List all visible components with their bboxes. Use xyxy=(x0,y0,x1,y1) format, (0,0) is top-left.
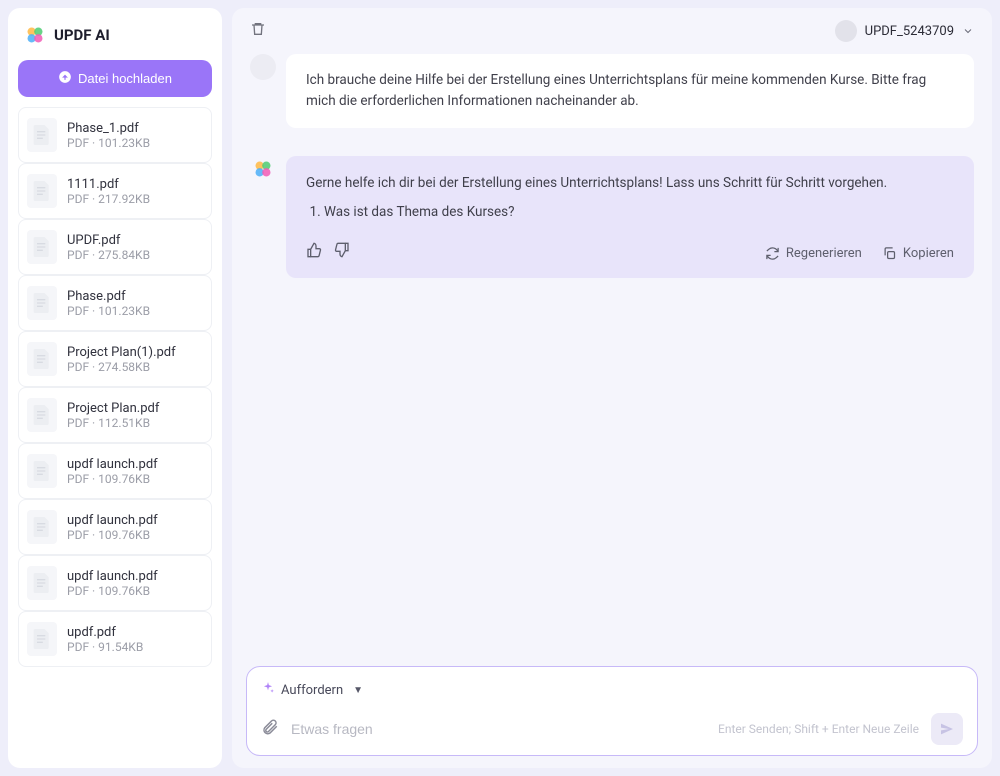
brand-logo-icon xyxy=(24,24,46,46)
input-hint: Enter Senden; Shift + Enter Neue Zeile xyxy=(718,722,919,736)
file-item[interactable]: Project Plan.pdf PDF · 112.51KB xyxy=(18,387,212,443)
conversation: Ich brauche deine Hilfe bei der Erstellu… xyxy=(232,52,992,660)
file-meta: PDF · 101.23KB xyxy=(67,136,203,150)
file-name: updf launch.pdf xyxy=(67,569,203,584)
user-msg-avatar-icon xyxy=(250,54,276,80)
file-item[interactable]: updf launch.pdf PDF · 109.76KB xyxy=(18,443,212,499)
document-icon xyxy=(27,454,57,488)
file-name: updf launch.pdf xyxy=(67,513,203,528)
file-meta: PDF · 275.84KB xyxy=(67,248,203,262)
caret-down-icon: ▼ xyxy=(353,685,363,696)
upload-button[interactable]: Datei hochladen xyxy=(18,60,212,97)
file-list: Phase_1.pdf PDF · 101.23KB 1111.pdf PDF … xyxy=(18,107,212,667)
document-icon xyxy=(27,286,57,320)
file-meta: PDF · 109.76KB xyxy=(67,584,203,598)
composer: Auffordern ▼ Enter Senden; Shift + Enter… xyxy=(246,666,978,756)
copy-button[interactable]: Kopieren xyxy=(882,243,954,265)
file-meta: PDF · 101.23KB xyxy=(67,304,203,318)
thumbs-up-icon[interactable] xyxy=(306,242,322,266)
ai-question-1: Was ist das Thema des Kurses? xyxy=(324,201,954,224)
file-item[interactable]: updf launch.pdf PDF · 109.76KB xyxy=(18,555,212,611)
regenerate-label: Regenerieren xyxy=(786,243,862,265)
sidebar: UPDF AI Datei hochladen Phase_1.pdf PDF … xyxy=(8,8,222,768)
file-item[interactable]: Project Plan(1).pdf PDF · 274.58KB xyxy=(18,331,212,387)
regenerate-button[interactable]: Regenerieren xyxy=(765,243,862,265)
file-name: 1111.pdf xyxy=(67,177,203,192)
file-meta: PDF · 112.51KB xyxy=(67,416,203,430)
brand-name: UPDF AI xyxy=(54,26,110,44)
file-text: UPDF.pdf PDF · 275.84KB xyxy=(67,233,203,262)
upload-label: Datei hochladen xyxy=(78,71,172,86)
document-icon xyxy=(27,622,57,656)
file-name: updf launch.pdf xyxy=(67,457,203,472)
file-text: updf launch.pdf PDF · 109.76KB xyxy=(67,457,203,486)
file-item[interactable]: Phase_1.pdf PDF · 101.23KB xyxy=(18,107,212,163)
file-name: Phase_1.pdf xyxy=(67,121,203,136)
user-name: UPDF_5243709 xyxy=(865,24,954,39)
file-name: Phase.pdf xyxy=(67,289,203,304)
document-icon xyxy=(27,510,57,544)
composer-wrap: Auffordern ▼ Enter Senden; Shift + Enter… xyxy=(232,660,992,768)
file-text: Phase.pdf PDF · 101.23KB xyxy=(67,289,203,318)
upload-icon xyxy=(58,70,72,87)
file-item[interactable]: UPDF.pdf PDF · 275.84KB xyxy=(18,219,212,275)
file-name: UPDF.pdf xyxy=(67,233,203,248)
document-icon xyxy=(27,398,57,432)
ai-avatar-icon xyxy=(250,156,276,182)
file-item[interactable]: updf.pdf PDF · 91.54KB xyxy=(18,611,212,667)
delete-icon[interactable] xyxy=(250,21,266,41)
ai-message: Gerne helfe ich dir bei der Erstellung e… xyxy=(286,156,974,278)
main-panel: UPDF_5243709 Ich brauche deine Hilfe bei… xyxy=(232,8,992,768)
prompt-mode-toggle[interactable]: Auffordern ▼ xyxy=(261,681,963,699)
sparkle-icon xyxy=(261,681,275,699)
document-icon xyxy=(27,118,57,152)
file-meta: PDF · 274.58KB xyxy=(67,360,203,374)
file-text: updf launch.pdf PDF · 109.76KB xyxy=(67,569,203,598)
file-item[interactable]: Phase.pdf PDF · 101.23KB xyxy=(18,275,212,331)
attach-icon[interactable] xyxy=(261,718,279,740)
thumbs-down-icon[interactable] xyxy=(334,242,350,266)
user-menu[interactable]: UPDF_5243709 xyxy=(835,20,974,42)
message-actions: Regenerieren Kopieren xyxy=(306,242,954,266)
file-name: updf.pdf xyxy=(67,625,203,640)
file-meta: PDF · 217.92KB xyxy=(67,192,203,206)
file-text: updf.pdf PDF · 91.54KB xyxy=(67,625,203,654)
file-text: Phase_1.pdf PDF · 101.23KB xyxy=(67,121,203,150)
copy-label: Kopieren xyxy=(903,243,954,265)
file-name: Project Plan(1).pdf xyxy=(67,345,203,360)
document-icon xyxy=(27,566,57,600)
brand: UPDF AI xyxy=(18,24,212,50)
document-icon xyxy=(27,174,57,208)
document-icon xyxy=(27,230,57,264)
composer-input-row: Enter Senden; Shift + Enter Neue Zeile xyxy=(261,713,963,745)
file-text: Project Plan.pdf PDF · 112.51KB xyxy=(67,401,203,430)
ai-intro-text: Gerne helfe ich dir bei der Erstellung e… xyxy=(306,172,954,195)
ai-message-row: Gerne helfe ich dir bei der Erstellung e… xyxy=(250,156,974,278)
user-message: Ich brauche deine Hilfe bei der Erstellu… xyxy=(286,54,974,128)
user-avatar-icon xyxy=(835,20,857,42)
send-button[interactable] xyxy=(931,713,963,745)
prompt-label: Auffordern xyxy=(281,683,343,698)
file-text: Project Plan(1).pdf PDF · 274.58KB xyxy=(67,345,203,374)
file-meta: PDF · 91.54KB xyxy=(67,640,203,654)
file-meta: PDF · 109.76KB xyxy=(67,472,203,486)
file-item[interactable]: 1111.pdf PDF · 217.92KB xyxy=(18,163,212,219)
topbar: UPDF_5243709 xyxy=(232,8,992,52)
file-meta: PDF · 109.76KB xyxy=(67,528,203,542)
file-name: Project Plan.pdf xyxy=(67,401,203,416)
file-item[interactable]: updf launch.pdf PDF · 109.76KB xyxy=(18,499,212,555)
chevron-down-icon xyxy=(962,22,974,41)
document-icon xyxy=(27,342,57,376)
file-text: updf launch.pdf PDF · 109.76KB xyxy=(67,513,203,542)
file-text: 1111.pdf PDF · 217.92KB xyxy=(67,177,203,206)
message-input[interactable] xyxy=(291,721,706,737)
user-message-row: Ich brauche deine Hilfe bei der Erstellu… xyxy=(250,54,974,128)
